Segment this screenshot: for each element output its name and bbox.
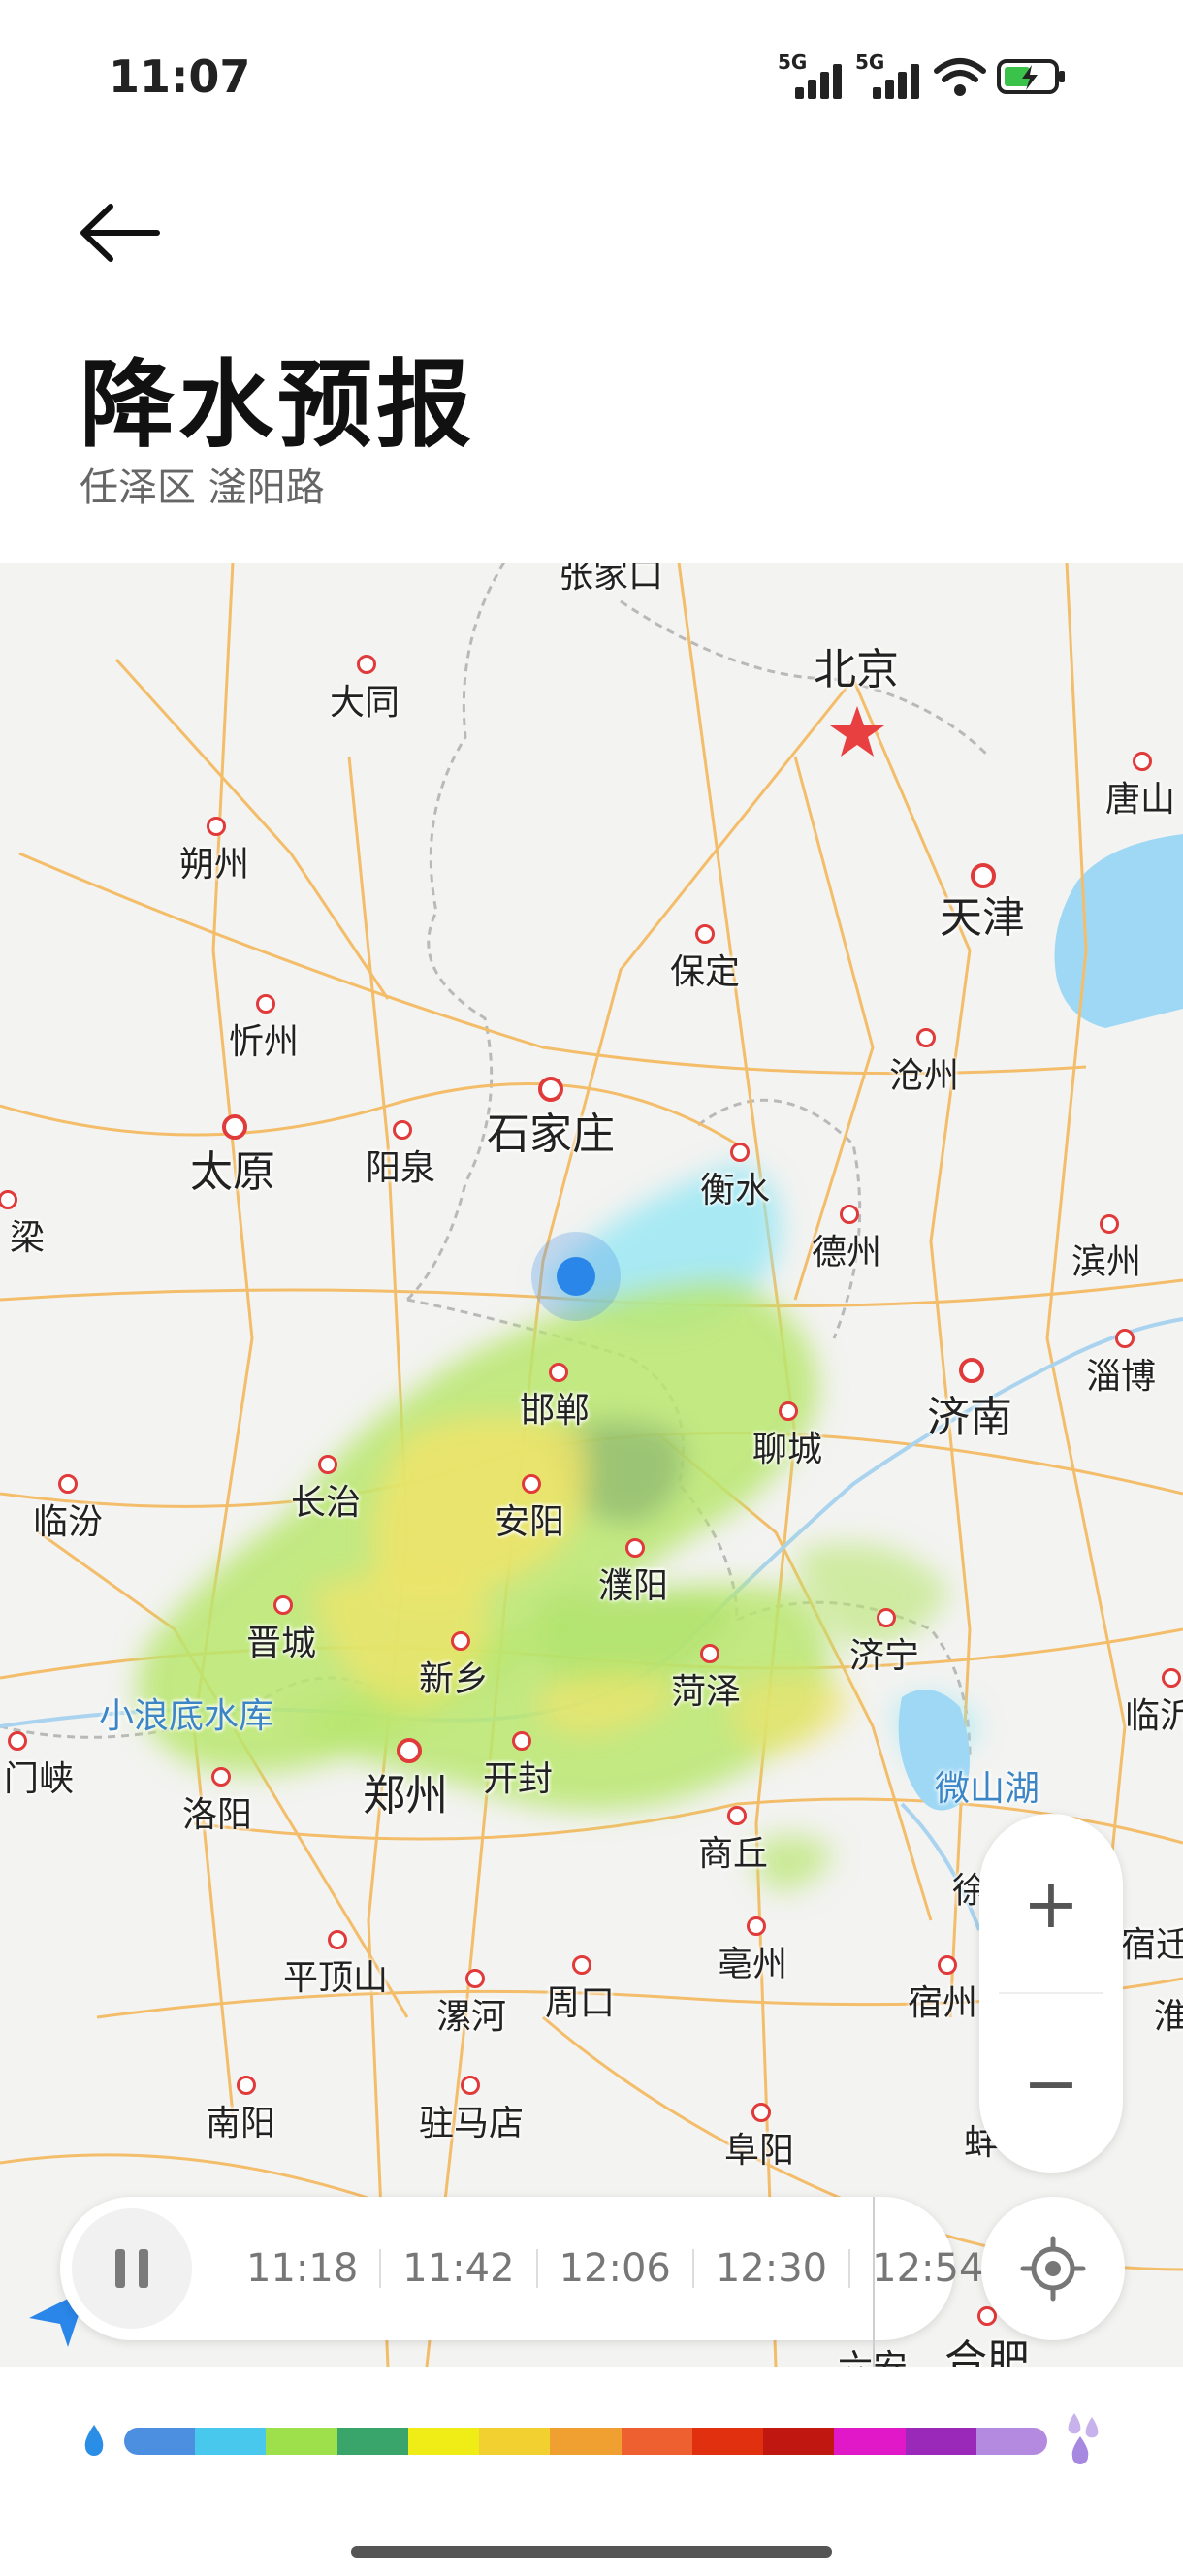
city-label: 保定 — [669, 952, 741, 992]
city-label: 济宁 — [848, 1636, 920, 1676]
city-label: 门峡 — [3, 1759, 75, 1799]
city-label: 唐山 — [1104, 780, 1176, 820]
zoom-in-button[interactable]: + — [979, 1814, 1123, 1993]
legend-swatch — [691, 2428, 764, 2455]
back-arrow-icon — [80, 204, 160, 262]
city-label: 沧州 — [888, 1056, 960, 1096]
status-icons: 5G 5G — [778, 50, 1067, 99]
city-label: 宿迁 — [1120, 1925, 1183, 1965]
city-label: 淄博 — [1085, 1357, 1157, 1397]
city-label: 衡水 — [699, 1171, 771, 1210]
legend-swatch — [975, 2428, 1047, 2455]
city-label: 菏泽 — [670, 1672, 742, 1712]
legend-swatch — [763, 2428, 835, 2455]
time-slot[interactable]: 12:30 — [694, 2246, 848, 2291]
timeline-cursor[interactable] — [873, 2197, 875, 2371]
legend-swatch — [266, 2428, 337, 2455]
city-label: 亳州 — [717, 1945, 788, 1984]
legend-color-bar — [124, 2428, 1047, 2455]
city-label: 晋城 — [245, 1624, 317, 1663]
legend-swatch — [479, 2428, 551, 2455]
city-label: 邯郸 — [519, 1391, 591, 1431]
city-label: 濮阳 — [597, 1566, 669, 1606]
locate-button[interactable] — [981, 2197, 1125, 2340]
home-indicator[interactable] — [351, 2546, 832, 2558]
back-button[interactable] — [78, 199, 165, 267]
city-label: 漯河 — [435, 1997, 507, 2037]
time-slot[interactable]: 12:06 — [538, 2246, 692, 2291]
city-label: 太原 — [190, 1147, 275, 1197]
city-label: 济南 — [927, 1393, 1012, 1442]
zoom-control: + − — [979, 1814, 1123, 2173]
legend-swatch — [195, 2428, 267, 2455]
city-label: 朔州 — [178, 845, 250, 885]
city-label: 周口 — [544, 1983, 616, 2023]
battery-icon — [997, 59, 1065, 94]
legend-swatch — [834, 2428, 906, 2455]
city-label: 临沂 — [1124, 1696, 1183, 1736]
precipitation-legend — [0, 2367, 1183, 2512]
signal-icon: 5G — [778, 50, 846, 99]
time-slot[interactable]: 11:42 — [381, 2246, 535, 2291]
city-label: 聊城 — [751, 1430, 823, 1469]
city-label: 德州 — [811, 1233, 882, 1272]
city-label: 石家庄 — [487, 1110, 615, 1159]
time-slot[interactable]: 11:18 — [225, 2246, 379, 2291]
city-label: 阜阳 — [723, 2131, 795, 2171]
city-label: 安阳 — [494, 1502, 565, 1542]
city-label: 新乡 — [418, 1659, 490, 1699]
page-title: 降水预报 — [80, 350, 476, 461]
city-label: 开封 — [482, 1759, 554, 1799]
signal-icon-2: 5G — [855, 50, 923, 99]
location-subtitle: 任泽区 滏阳路 — [80, 466, 325, 510]
time-slots: 11:18 11:42 12:06 12:30 12:54 — [225, 2197, 1005, 2340]
legend-swatch — [336, 2428, 408, 2455]
pause-button[interactable] — [72, 2208, 192, 2329]
city-label: 阳泉 — [365, 1148, 436, 1188]
city-label: 大同 — [329, 683, 400, 723]
city-label: 郑州 — [363, 1771, 448, 1820]
city-label: 临汾 — [32, 1502, 104, 1542]
city-label: 忻州 — [228, 1022, 300, 1062]
heavy-rain-drops-icon — [1068, 2413, 1099, 2464]
city-label: 南阳 — [205, 2104, 276, 2143]
city-label: 北京 — [814, 645, 899, 694]
legend-swatch — [621, 2428, 692, 2455]
legend-swatch — [124, 2428, 196, 2455]
timeline-bar[interactable]: 11:18 11:42 12:06 12:30 12:54 — [60, 2197, 983, 2371]
wifi-icon — [934, 58, 986, 96]
locate-icon — [1020, 2236, 1086, 2302]
city-label: 洛阳 — [181, 1795, 253, 1835]
city-label: 宿州 — [907, 1983, 978, 2023]
pause-icon — [115, 2249, 125, 2288]
city-label: 滨州 — [1071, 1242, 1142, 1282]
city-label: 张家口 — [558, 563, 664, 596]
city-label: 驻马店 — [418, 2104, 525, 2143]
city-label: 长治 — [290, 1483, 362, 1523]
city-label: 天津 — [940, 893, 1025, 943]
city-label: 微山湖 — [934, 1769, 1040, 1809]
legend-swatch — [550, 2428, 622, 2455]
city-label: 商丘 — [697, 1834, 769, 1874]
legend-swatch — [905, 2428, 976, 2455]
status-time: 11:07 — [109, 50, 251, 103]
light-rain-drop-icon — [84, 2425, 104, 2456]
city-label: 平顶山 — [282, 1958, 389, 1998]
zoom-out-button[interactable]: − — [979, 1993, 1123, 2173]
city-label: 小浪底水库 — [98, 1696, 274, 1736]
legend-swatch — [407, 2428, 480, 2455]
city-label: 梁 — [9, 1218, 46, 1258]
city-label: 淮 — [1153, 1997, 1183, 2037]
status-bar: 11:07 5G 5G — [0, 0, 1183, 165]
